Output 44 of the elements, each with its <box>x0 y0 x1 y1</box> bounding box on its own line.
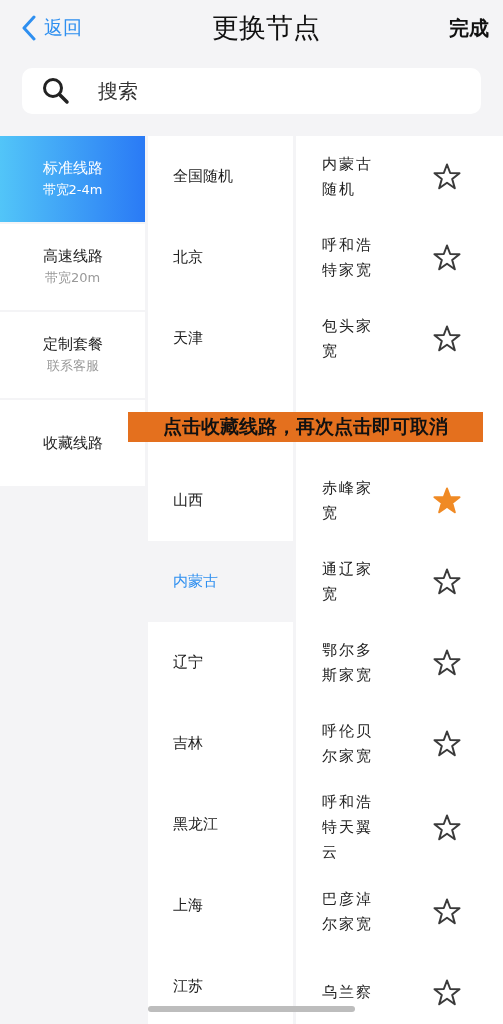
category-subtitle: 带宽2-4m <box>42 181 103 199</box>
node-name[interactable]: 包头家宽 <box>322 313 376 364</box>
category-subtitle: 带宽20m <box>44 269 101 287</box>
star-icon[interactable] <box>433 568 461 595</box>
star-icon[interactable] <box>433 325 461 352</box>
node-name[interactable]: 呼伦贝尔家宽 <box>322 718 376 769</box>
node-name[interactable]: 鄂尔多斯家宽 <box>322 637 376 688</box>
category-label: 定制套餐 <box>42 335 103 354</box>
region-item[interactable]: 辽宁 <box>148 622 293 703</box>
search-field[interactable]: 搜索 <box>22 68 481 114</box>
node-name[interactable]: 乌兰察 <box>322 980 376 1005</box>
node-name[interactable]: 呼和浩特天翼云 <box>322 790 376 865</box>
star-icon[interactable] <box>433 730 461 757</box>
region-item[interactable]: 山西 <box>148 460 293 541</box>
star-icon[interactable] <box>433 898 461 925</box>
category-tab[interactable]: 定制套餐 联系客服 <box>0 312 145 398</box>
category-label: 收藏线路 <box>42 433 103 453</box>
category-tab[interactable]: 收藏线路 <box>0 400 145 486</box>
region-item[interactable]: 北京 <box>148 217 293 298</box>
star-icon[interactable] <box>433 163 461 190</box>
node-name[interactable]: 呼和浩特家宽 <box>322 232 376 283</box>
star-icon[interactable] <box>433 979 461 1006</box>
category-label: 标准线路 <box>42 159 103 178</box>
category-tab[interactable]: 高速线路 带宽20m <box>0 224 145 310</box>
star-icon[interactable] <box>433 487 461 514</box>
star-icon[interactable] <box>433 244 461 271</box>
done-button[interactable]: 完成 <box>449 14 489 42</box>
region-item[interactable]: 吉林 <box>148 703 293 784</box>
node-name[interactable]: 巴彦淖尔家宽 <box>322 886 376 937</box>
region-item[interactable]: 黑龙江 <box>148 784 293 865</box>
category-subtitle: 联系客服 <box>46 357 99 375</box>
chevron-icon <box>22 15 36 41</box>
star-icon[interactable] <box>433 649 461 676</box>
star-icon[interactable] <box>433 814 461 841</box>
caption-toast: 点击收藏线路，再次点击即可取消 <box>128 412 483 442</box>
node-name[interactable]: 赤峰家宽 <box>322 475 376 526</box>
region-item[interactable]: 江苏 <box>148 946 293 1024</box>
region-item[interactable]: 上海 <box>148 865 293 946</box>
node-name[interactable]: 通辽家宽 <box>322 556 376 607</box>
page-title: 更换节点 <box>211 11 320 45</box>
region-item[interactable]: 全国随机 <box>148 136 293 217</box>
category-label: 高速线路 <box>42 247 103 266</box>
region-item[interactable]: 天津 <box>148 298 293 379</box>
node-name[interactable]: 内蒙古随机 <box>322 151 376 202</box>
